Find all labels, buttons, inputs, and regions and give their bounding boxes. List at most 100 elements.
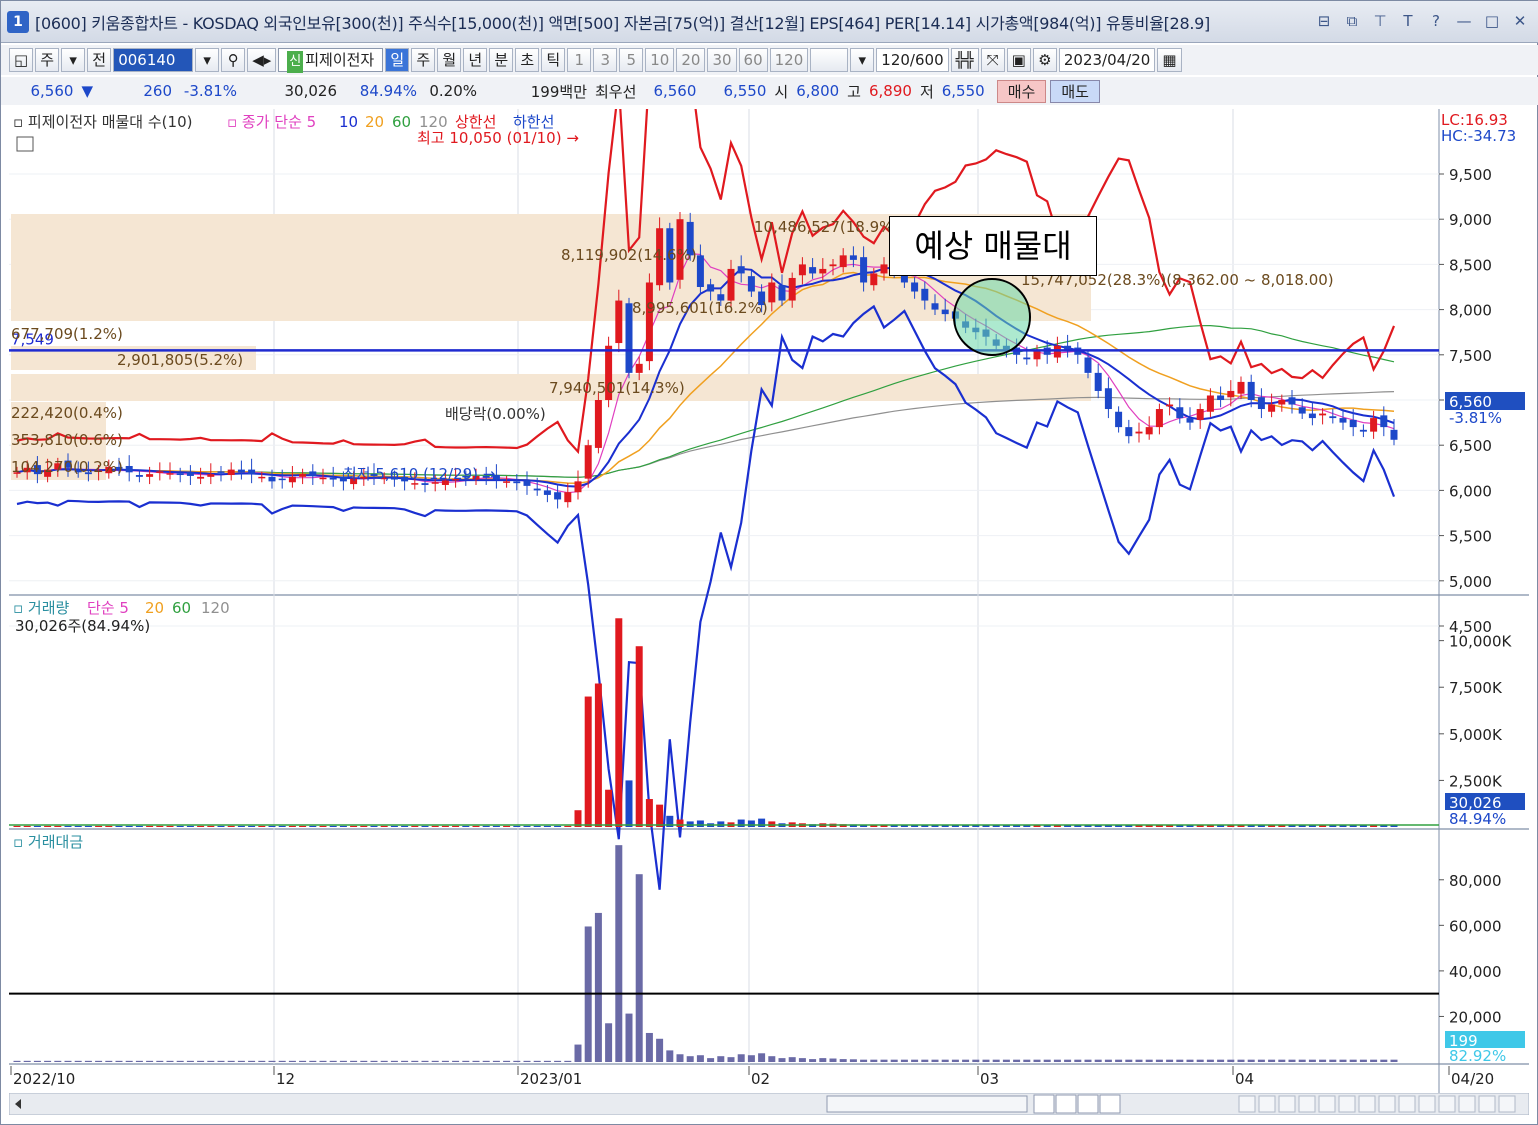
volume-ma60-legend: 60 — [172, 599, 191, 617]
interval-dropdown-icon[interactable]: ▾ — [850, 48, 875, 72]
amount-bar — [207, 1060, 215, 1062]
price-tick-label: 8,000 — [1449, 302, 1492, 320]
candle-body — [870, 273, 878, 286]
chart-tool-icon[interactable] — [1438, 1095, 1456, 1113]
amount-bar — [645, 1032, 653, 1062]
interval-1-button[interactable]: 1 — [567, 48, 592, 72]
chart-area[interactable]: 9,5009,0008,5008,0007,5007,0006,5006,000… — [9, 109, 1529, 1117]
amount-bar — [74, 1060, 82, 1062]
chart-tool-icon[interactable] — [1358, 1095, 1376, 1113]
calendar-icon[interactable]: ▦ — [1157, 48, 1182, 72]
chart-tool-icon[interactable] — [1398, 1095, 1416, 1113]
amount-bar — [533, 1060, 541, 1062]
search-icon[interactable]: ⚲ — [221, 48, 246, 72]
settings-gear-icon[interactable]: ⚙ — [1032, 48, 1057, 72]
help-icon[interactable]: ? — [1425, 10, 1447, 32]
chart-tool-icon[interactable] — [1498, 1095, 1516, 1113]
window-number-badge[interactable]: 1 — [7, 10, 29, 33]
candle-body — [880, 264, 888, 274]
amount-bar — [452, 1060, 460, 1062]
chart-tool-icon[interactable] — [1298, 1095, 1316, 1113]
high-price: 6,890 — [868, 82, 912, 100]
period-tick-tab[interactable]: 틱 — [541, 48, 566, 72]
minimize-icon[interactable]: — — [1453, 10, 1475, 32]
first-icon[interactable] — [1055, 1094, 1077, 1114]
ma10-legend: 10 — [339, 113, 358, 131]
chart-tool-icon[interactable] — [1338, 1095, 1356, 1113]
interval-custom-input[interactable] — [810, 48, 849, 72]
candle-body — [1247, 381, 1255, 400]
interval-10-button[interactable]: 10 — [645, 48, 675, 72]
pin-icon[interactable]: ⊤ — [1369, 10, 1391, 32]
bar-count-input[interactable]: 120/600 — [876, 48, 949, 72]
market-dropdown-icon[interactable]: ▾ — [61, 48, 86, 72]
candle-body — [1227, 390, 1235, 398]
horizontal-scrollbar[interactable] — [9, 1093, 1529, 1115]
market-select[interactable]: 주 — [35, 48, 60, 72]
crosshair-icon[interactable]: ⤧ — [980, 48, 1005, 72]
buy-button[interactable]: 매수 — [996, 79, 1047, 103]
tile-icon[interactable]: ⧉ — [1341, 10, 1363, 32]
candle-body — [513, 481, 521, 484]
interval-30-button[interactable]: 30 — [707, 48, 737, 72]
price-tick-label: 7,500 — [1449, 347, 1492, 365]
candle-body — [421, 483, 429, 485]
amount-bar — [421, 1060, 429, 1062]
candle-body — [921, 288, 929, 301]
price-tick-label: 9,000 — [1449, 211, 1492, 229]
sell-button[interactable]: 매도 — [1050, 79, 1100, 103]
stop-icon[interactable] — [1077, 1094, 1099, 1114]
restore-layout-icon[interactable]: ⊟ — [1313, 10, 1335, 32]
interval-5-button[interactable]: 5 — [619, 48, 644, 72]
period-year-tab[interactable]: 년 — [463, 48, 488, 72]
period-day-tab[interactable]: 일 — [385, 48, 410, 72]
volume-bar — [166, 825, 174, 827]
period-minute-tab[interactable]: 분 — [489, 48, 514, 72]
prev-button[interactable]: 전 — [87, 48, 112, 72]
sound-icon[interactable]: ◀▸ — [247, 48, 277, 72]
close-icon[interactable]: ✕ — [1509, 10, 1531, 32]
code-dropdown-icon[interactable]: ▾ — [195, 48, 220, 72]
chart-tool-icon[interactable] — [1478, 1095, 1496, 1113]
candle-body — [747, 276, 755, 292]
candle-body — [1359, 429, 1367, 432]
last-icon[interactable] — [1099, 1094, 1121, 1114]
scroll-thumb[interactable] — [826, 1095, 1028, 1113]
volume-bar — [513, 825, 521, 827]
maximize-icon[interactable]: □ — [1481, 10, 1503, 32]
amount-bar — [615, 845, 623, 1062]
quote-bar: 6,560 ▼ 260 -3.81% 30,026 84.94% 0.20% 19… — [1, 77, 1538, 105]
save-icon[interactable]: ▣ — [1006, 48, 1031, 72]
period-second-tab[interactable]: 초 — [515, 48, 540, 72]
interval-3-button[interactable]: 3 — [593, 48, 618, 72]
chart-tool-icon[interactable] — [1238, 1095, 1256, 1113]
font-icon[interactable]: T — [1397, 10, 1419, 32]
amount-bar — [186, 1060, 194, 1062]
chart-tool-icon[interactable] — [1378, 1095, 1396, 1113]
stock-name-field[interactable]: 신 피제이전자 — [278, 48, 384, 73]
date-input[interactable]: 2023/04/20 — [1058, 48, 1156, 72]
candle-style-icon[interactable]: ╬╬ — [950, 48, 979, 72]
chart-tool-icon[interactable] — [1258, 1095, 1276, 1113]
interval-120-button[interactable]: 120 — [769, 48, 809, 72]
play-icon[interactable] — [1033, 1094, 1055, 1114]
chart-tool-icon[interactable] — [1318, 1095, 1336, 1113]
chart-tool-icon[interactable] — [1278, 1095, 1296, 1113]
volume-bar — [360, 825, 368, 827]
interval-60-button[interactable]: 60 — [738, 48, 768, 72]
chart-tool-icon[interactable] — [1458, 1095, 1476, 1113]
volume-bar — [554, 825, 562, 827]
volume-bar — [186, 825, 194, 827]
chart-svg[interactable]: 9,5009,0008,5008,0007,5007,0006,5006,000… — [9, 109, 1529, 1093]
chart-tool-icon[interactable] — [1418, 1095, 1436, 1113]
amount-bar — [1023, 1059, 1031, 1062]
period-month-tab[interactable]: 월 — [437, 48, 462, 72]
volume-current-pct: 84.94% — [1449, 810, 1506, 828]
stock-code-input[interactable]: 006140 — [113, 48, 194, 72]
interval-20-button[interactable]: 20 — [676, 48, 706, 72]
amount-bar — [747, 1055, 755, 1062]
layout-icon[interactable]: ◱ — [9, 48, 34, 72]
open-price: 6,800 — [796, 82, 840, 100]
volume-bar — [431, 825, 439, 827]
period-week-tab[interactable]: 주 — [411, 48, 436, 72]
